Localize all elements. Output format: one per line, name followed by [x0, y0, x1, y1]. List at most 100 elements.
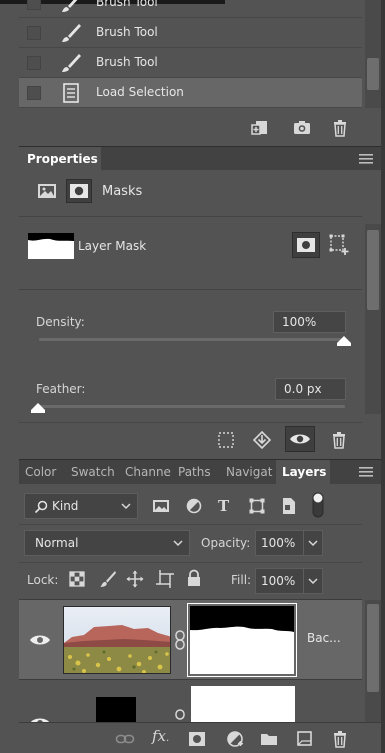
tab-navigator[interactable]: Navigat — [222, 460, 280, 484]
feather-slider-thumb[interactable] — [31, 403, 45, 413]
camera-icon[interactable] — [292, 118, 312, 138]
fx-icon[interactable]: fx. — [152, 727, 169, 745]
feather-slider-track[interactable] — [39, 405, 345, 408]
lock-position-icon[interactable] — [126, 570, 144, 588]
fill-dropdown-button[interactable] — [303, 568, 323, 594]
history-checkbox[interactable] — [27, 26, 41, 40]
layer-row-mask[interactable] — [19, 681, 362, 726]
opacity-value: 100% — [261, 536, 296, 550]
tab-layers[interactable]: Layers — [276, 460, 330, 484]
density-slider-track[interactable] — [39, 338, 345, 341]
tab-swatches[interactable]: Swatch — [67, 460, 125, 484]
history-scrollbar[interactable] — [365, 0, 381, 108]
masks-label: Masks — [102, 184, 143, 199]
folder-icon[interactable] — [259, 729, 279, 749]
visibility-toggle-button[interactable] — [285, 426, 315, 452]
apply-mask-icon[interactable] — [252, 430, 272, 450]
history-checkbox[interactable] — [27, 56, 41, 70]
chevron-down-icon — [308, 540, 318, 547]
layers-scroll-thumb[interactable] — [367, 604, 379, 692]
blend-mode-dropdown[interactable]: Normal — [24, 530, 190, 556]
brush-icon — [59, 0, 83, 15]
panel-menu-icon[interactable] — [359, 467, 373, 477]
layer-name[interactable]: Bac... — [307, 631, 341, 645]
layers-scrollbar[interactable] — [365, 600, 381, 726]
document-icon — [59, 81, 83, 105]
pixel-layer-filter-icon[interactable] — [152, 498, 170, 514]
fill-label: Fill: — [231, 573, 252, 587]
add-vector-mask-icon[interactable] — [328, 233, 352, 257]
brush-icon — [59, 21, 83, 45]
layer-mask-thumbnail-frame[interactable] — [187, 603, 297, 677]
filter-kind-dropdown[interactable]: Kind — [24, 493, 138, 519]
properties-scroll-thumb[interactable] — [367, 230, 379, 310]
trash-icon[interactable] — [329, 430, 349, 450]
tab-paths[interactable]: Paths — [174, 460, 220, 484]
lock-label: Lock: — [27, 573, 59, 587]
history-item[interactable]: Brush Tool — [19, 0, 362, 18]
history-checkbox[interactable] — [27, 86, 41, 100]
layer-mask-label: Layer Mask — [78, 239, 147, 253]
new-layer-icon[interactable] — [294, 729, 314, 749]
history-item-label: Brush Tool — [96, 0, 158, 9]
new-document-from-state-icon[interactable] — [250, 118, 270, 138]
properties-scrollbar[interactable] — [365, 224, 381, 414]
type-filter-icon[interactable]: T — [218, 497, 229, 515]
blend-mode-value: Normal — [35, 536, 79, 550]
adjustment-filter-icon[interactable] — [186, 498, 202, 514]
add-mask-icon[interactable] — [187, 729, 207, 749]
properties-tabbar: Properties — [19, 146, 381, 171]
tab-color[interactable]: Color — [21, 460, 63, 484]
history-checkbox[interactable] — [27, 0, 41, 10]
panel-menu-icon[interactable] — [359, 154, 373, 164]
pixel-mask-icon[interactable] — [37, 181, 57, 201]
desert-landscape-image — [64, 607, 170, 673]
layer-mask-button[interactable] — [66, 179, 92, 203]
layer-mask-thumbnail[interactable] — [191, 686, 295, 725]
search-icon — [34, 500, 48, 514]
feather-field[interactable]: 0.0 px — [275, 378, 346, 400]
history-item[interactable]: Brush Tool — [19, 48, 362, 78]
history-item-label: Brush Tool — [96, 55, 158, 69]
window-edge — [381, 0, 385, 753]
chevron-down-icon — [121, 503, 131, 510]
tab-properties[interactable]: Properties — [19, 147, 101, 171]
mask-icon — [297, 238, 315, 252]
brush-icon — [59, 51, 83, 75]
smart-object-filter-icon[interactable] — [281, 497, 297, 515]
layer-thumbnail[interactable] — [63, 606, 171, 674]
load-selection-icon[interactable] — [216, 430, 236, 450]
history-scroll-thumb[interactable] — [367, 58, 379, 90]
vector-mask-button[interactable] — [292, 232, 320, 258]
mask-icon — [70, 184, 88, 198]
chevron-down-icon — [173, 540, 183, 547]
link-icon[interactable] — [115, 729, 135, 749]
history-item[interactable]: Brush Tool — [19, 18, 362, 48]
trash-icon[interactable] — [330, 118, 350, 138]
tab-channels[interactable]: Channe — [121, 460, 177, 484]
filter-toggle-switch[interactable] — [312, 492, 324, 518]
layer-mask-thumbnail — [190, 606, 294, 674]
lock-transparency-icon[interactable] — [69, 571, 85, 587]
lock-all-icon[interactable] — [186, 569, 202, 587]
adjustment-icon[interactable] — [225, 729, 245, 749]
history-item-selected[interactable]: Load Selection — [19, 78, 362, 108]
lock-pixels-icon[interactable] — [99, 570, 117, 588]
density-field[interactable]: 100% — [273, 311, 346, 333]
lock-artboard-icon[interactable] — [156, 570, 174, 588]
divider — [19, 216, 362, 217]
visibility-eye-icon[interactable] — [29, 632, 51, 648]
history-item-label: Load Selection — [96, 85, 184, 99]
opacity-label: Opacity: — [201, 536, 251, 550]
shape-filter-icon[interactable] — [248, 497, 266, 515]
feather-label: Feather: — [36, 382, 86, 396]
properties-panel: Masks Layer Mask Density: 100% Feather: … — [19, 170, 381, 455]
layer-row-background[interactable]: Bac... — [19, 600, 362, 680]
mask-thumbnail[interactable] — [28, 233, 74, 259]
layers-tabbar: Color Swatch Channe Paths Navigat Layers — [19, 459, 381, 484]
opacity-dropdown-button[interactable] — [303, 530, 323, 556]
layers-footer: fx. — [19, 722, 381, 753]
trash-icon[interactable] — [330, 729, 350, 749]
density-slider-thumb[interactable] — [337, 336, 351, 346]
link-chain-icon[interactable] — [174, 630, 186, 650]
